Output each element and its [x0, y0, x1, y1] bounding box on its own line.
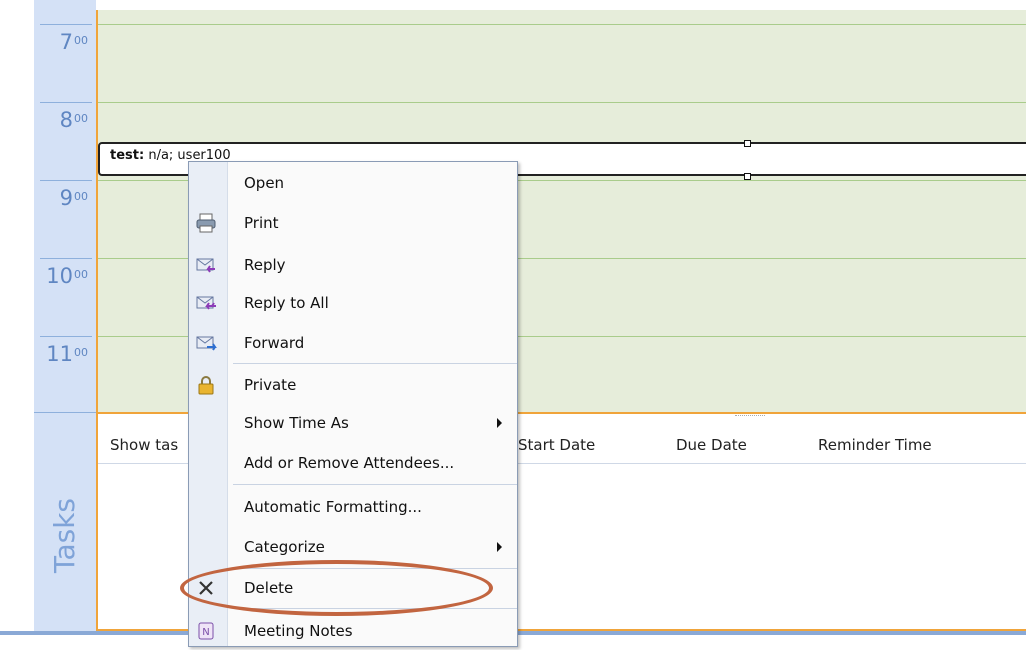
reply-icon	[194, 254, 218, 276]
menu-item-label: Meeting Notes	[244, 622, 353, 640]
menu-item-automatic-formatting[interactable]: Automatic Formatting...	[189, 488, 517, 526]
menu-item-label: Show Time As	[244, 414, 349, 432]
hour-slot-8: 800	[34, 102, 96, 180]
hour-slot-9: 900	[34, 180, 96, 258]
column-due-date[interactable]: Due Date	[676, 436, 747, 454]
hour-slot-7: 700	[34, 24, 96, 102]
column-start-date[interactable]: Start Date	[518, 436, 595, 454]
grid-line	[98, 102, 1026, 103]
menu-item-label: Reply	[244, 256, 286, 274]
hour-slot-10: 1000	[34, 258, 96, 336]
forward-icon	[194, 332, 218, 354]
highlight-oval-annotation	[180, 560, 493, 616]
pane-splitter[interactable]	[735, 415, 765, 419]
hour-slot-11: 1100	[34, 336, 96, 414]
printer-icon	[194, 212, 218, 234]
menu-item-print[interactable]: Print	[189, 204, 517, 242]
menu-item-private[interactable]: Private	[189, 366, 517, 404]
menu-separator	[233, 363, 517, 364]
menu-item-open[interactable]: Open	[189, 164, 517, 202]
menu-item-label: Print	[244, 214, 279, 232]
menu-separator	[233, 484, 517, 485]
tasks-pane-label: Tasks	[48, 497, 82, 573]
ruler-divider	[34, 412, 96, 413]
hour-label: 1100	[46, 342, 88, 366]
lock-icon	[194, 374, 218, 396]
hour-label: 700	[59, 30, 88, 54]
menu-item-label: Categorize	[244, 538, 325, 556]
menu-item-forward[interactable]: Forward	[189, 324, 517, 362]
menu-item-add-remove-attendees[interactable]: Add or Remove Attendees...	[189, 444, 517, 482]
submenu-arrow-icon	[497, 542, 502, 552]
resize-handle-bottom[interactable]	[744, 173, 751, 180]
resize-handle-top[interactable]	[744, 140, 751, 147]
menu-item-label: Reply to All	[244, 294, 329, 312]
menu-item-label: Open	[244, 174, 285, 192]
hour-label: 900	[59, 186, 88, 210]
menu-item-reply-to-all[interactable]: Reply to All	[189, 284, 517, 322]
onenote-icon: N	[194, 620, 218, 642]
reply-all-icon	[194, 292, 218, 314]
column-reminder-time[interactable]: Reminder Time	[818, 436, 932, 454]
menu-item-show-time-as[interactable]: Show Time As	[189, 404, 517, 442]
menu-item-label: Private	[244, 376, 297, 394]
menu-item-label: Automatic Formatting...	[244, 498, 422, 516]
hour-label: 1000	[46, 264, 88, 288]
menu-item-meeting-notes[interactable]: N Meeting Notes	[189, 612, 517, 650]
appointment-subject: test:	[110, 148, 145, 163]
hour-label: 800	[59, 108, 88, 132]
menu-item-label: Add or Remove Attendees...	[244, 454, 455, 472]
submenu-arrow-icon	[497, 418, 502, 428]
column-show-tasks[interactable]: Show tas	[110, 436, 178, 454]
menu-item-label: Forward	[244, 334, 305, 352]
menu-item-reply[interactable]: Reply	[189, 246, 517, 284]
grid-line	[98, 24, 1026, 25]
svg-text:N: N	[202, 627, 209, 638]
